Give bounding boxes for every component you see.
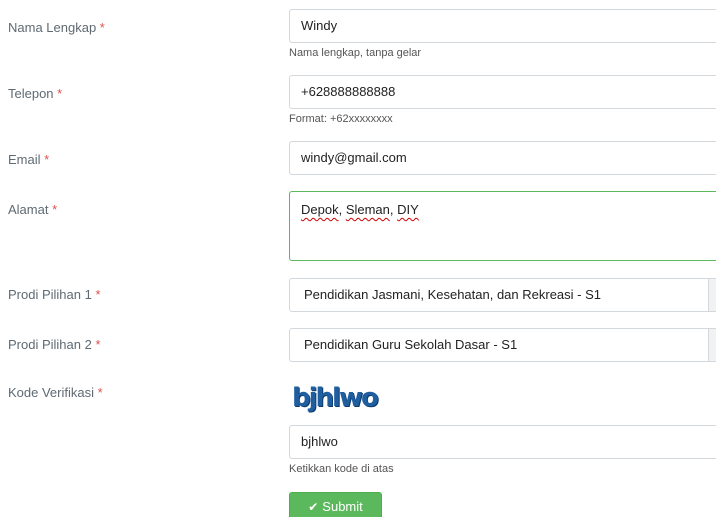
captcha-image: bjhlwo (292, 383, 379, 413)
prodi-pilihan-2-select[interactable]: Pendidikan Guru Sekolah Dasar - S1 (289, 328, 716, 362)
required-mark: * (57, 86, 63, 101)
telepon-input[interactable]: +628888888888 (289, 75, 716, 109)
dropdown-arrow-icon[interactable] (708, 329, 716, 361)
alamat-word-3: DIY (397, 202, 419, 217)
kode-verifikasi-help: Ketikkan kode di atas (289, 463, 394, 475)
label-alamat: Alamat * (8, 202, 58, 217)
email-input[interactable]: windy@gmail.com (289, 141, 716, 175)
required-mark: * (44, 152, 50, 167)
kode-verifikasi-input[interactable]: bjhlwo (289, 425, 716, 459)
telepon-help: Format: +62xxxxxxxx (289, 113, 393, 125)
alamat-textarea[interactable]: Depok, Sleman, DIY (289, 191, 716, 261)
prodi-pilihan-1-value: Pendidikan Jasmani, Kesehatan, dan Rekre… (304, 287, 602, 302)
submit-label: Submit (322, 499, 363, 514)
alamat-word-1: Depok (301, 202, 339, 217)
nama-lengkap-help: Nama lengkap, tanpa gelar (289, 47, 422, 59)
required-mark: * (99, 20, 105, 35)
label-nama-lengkap: Nama Lengkap * (8, 20, 105, 35)
check-icon: ✔ (308, 500, 319, 514)
nama-lengkap-input[interactable]: Windy (289, 9, 716, 43)
label-prodi-pilihan-1: Prodi Pilihan 1 * (8, 287, 101, 302)
dropdown-arrow-icon[interactable] (708, 279, 716, 311)
required-mark: * (95, 337, 101, 352)
label-telepon: Telepon * (8, 86, 63, 101)
label-kode-verifikasi: Kode Verifikasi * (8, 385, 103, 400)
prodi-pilihan-2-value: Pendidikan Guru Sekolah Dasar - S1 (304, 337, 518, 352)
required-mark: * (52, 202, 58, 217)
label-prodi-pilihan-2: Prodi Pilihan 2 * (8, 337, 101, 352)
required-mark: * (95, 287, 101, 302)
label-email: Email * (8, 152, 50, 167)
alamat-word-2: Sleman (345, 202, 390, 217)
required-mark: * (97, 385, 103, 400)
submit-button[interactable]: ✔ Submit (289, 492, 382, 517)
prodi-pilihan-1-select[interactable]: Pendidikan Jasmani, Kesehatan, dan Rekre… (289, 278, 716, 312)
